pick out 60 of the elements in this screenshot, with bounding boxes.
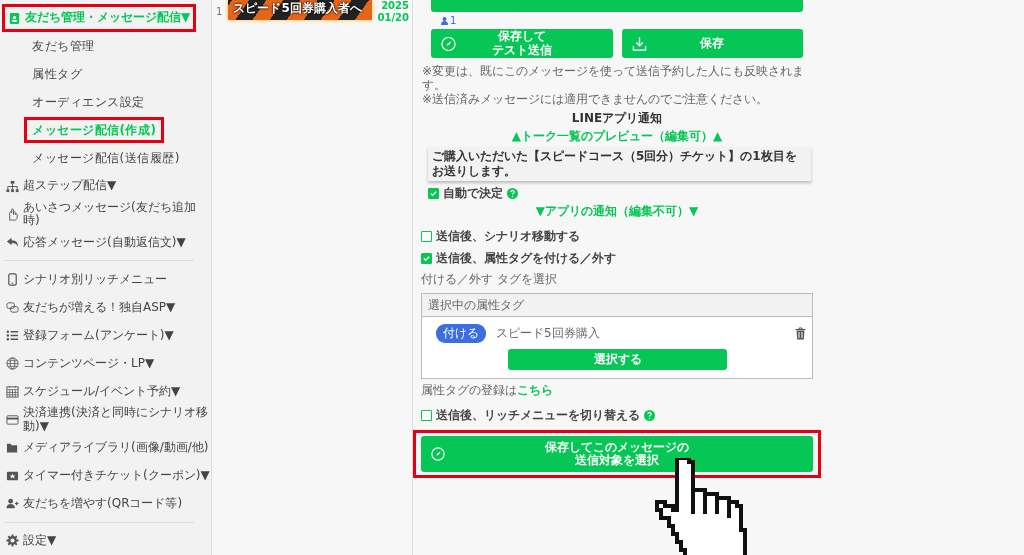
sidebar-item[interactable]: 設定▼ (4, 526, 210, 555)
sidebar-item[interactable]: シナリオ別リッチメニュー (4, 265, 210, 294)
trash-icon[interactable] (795, 327, 806, 340)
sidebar-subitem[interactable]: 友だち管理 (4, 32, 211, 61)
sidebar-item[interactable]: あいさつメッセージ(友だち追加時) (4, 200, 210, 229)
ticket-icon (6, 469, 19, 483)
person-add-icon (6, 497, 19, 511)
tag-action-badge: 付ける (436, 324, 486, 343)
card-icon (6, 413, 19, 427)
checkbox[interactable] (421, 231, 432, 242)
calendar-icon (6, 385, 19, 399)
notice-text: ※送信済みメッセージには適用できませんのでご注意ください。 (422, 92, 770, 106)
book-icon (8, 11, 21, 25)
notice-text: ※変更は、既にこのメッセージを使って送信予約した人にも反映されます。 (422, 64, 806, 92)
sidebar-item[interactable]: スケジュール/イベント予約▼ (4, 377, 210, 406)
sidebar-subitem[interactable]: メッセージ配信(送信履歴) (4, 144, 211, 173)
checkbox-label: 自動で決定 (443, 185, 503, 202)
compass-icon (431, 447, 445, 461)
recipient-count: 1 (441, 15, 457, 27)
help-icon[interactable] (507, 188, 518, 199)
phone-icon (6, 272, 19, 286)
checkbox[interactable] (421, 253, 432, 264)
folder-icon (6, 441, 19, 455)
sidebar-item[interactable]: コンテンツページ・LP▼ (4, 349, 210, 378)
sidebar-subitem[interactable]: 属性タグ (4, 60, 211, 89)
checkbox-label: 送信後、シナリオ移動する (436, 228, 580, 245)
row-number: 1 (216, 6, 223, 17)
sidebar-item[interactable]: タイマー付きチケット(クーポン)▼ (4, 461, 210, 490)
reply-icon (6, 235, 19, 249)
hand-icon (6, 207, 19, 221)
checkbox-label: 送信後、リッチメニューを切り替える (436, 407, 640, 424)
sidebar-item[interactable]: メディアライブラリ(画像/動画/他) (4, 433, 210, 462)
compass-icon (441, 36, 456, 51)
preview-heading: ▲トーク一覧のプレビュー（編集可）▲ (510, 128, 724, 145)
sidebar-item[interactable]: 決済連携(決済と同時にシナリオ移動)▼ (4, 405, 210, 434)
register-text: 属性タグの登録はこちら (421, 382, 554, 399)
sidebar-item[interactable]: 友だちが増える！独自ASP▼ (4, 293, 210, 322)
sidebar-item[interactable]: 応答メッセージ(自動返信文)▼ (4, 228, 210, 257)
sidebar-item[interactable]: 超ステップ配信▼ (4, 172, 210, 201)
notification-heading: ▼アプリの通知（編集不可）▼ (534, 203, 700, 220)
sidebar-item[interactable]: 友だちを増やす(QRコード等) (4, 489, 210, 518)
checkbox[interactable] (421, 410, 432, 421)
list-icon (6, 329, 19, 343)
sidebar-item[interactable]: 登録フォーム(アンケート)▼ (4, 321, 210, 350)
field-label: 付ける／外す タグを選択 (421, 271, 558, 288)
person-icon (441, 17, 448, 25)
sidebar-subitem[interactable]: オーディエンス設定 (4, 88, 211, 117)
download-icon (631, 36, 647, 51)
gear-icon (6, 534, 19, 548)
help-icon[interactable] (644, 410, 655, 421)
chat-icon (6, 301, 19, 314)
panel-header: 選択中の属性タグ (422, 294, 812, 317)
checkbox[interactable] (428, 188, 439, 199)
message-date: 2025 01/20 (377, 0, 410, 24)
preview-text-field[interactable]: ご購入いただいた【スピードコース（5回分）チケット】の1枚目をお送りします。 (428, 147, 811, 181)
globe-icon (6, 357, 19, 371)
hierarchy-icon (6, 179, 19, 193)
checkbox-label: 送信後、属性タグを付ける／外す (436, 250, 616, 267)
section-title: LINEアプリ通知 (570, 110, 664, 127)
tag-name: スピード5回券購入 (496, 325, 600, 342)
